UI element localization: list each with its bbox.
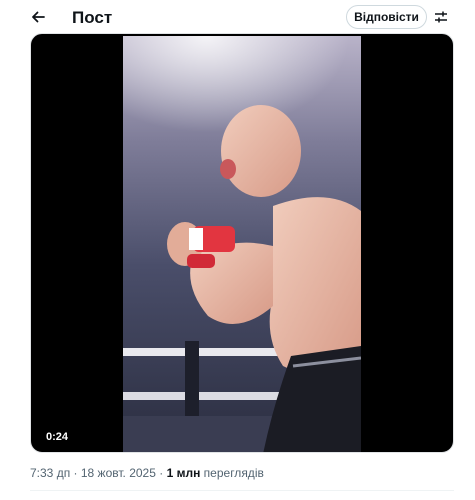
top-bar: Пост Відповісти: [0, 0, 475, 34]
post-metadata: 7:33 дп · 18 жовт. 2025 · 1 млн перегляд…: [30, 466, 264, 480]
views-count: 1 млн: [166, 466, 201, 480]
arrow-left-icon: [32, 11, 45, 23]
sliders-icon: [435, 11, 447, 23]
video-duration: 0:24: [41, 430, 74, 444]
page-title: Пост: [72, 8, 113, 27]
post-time[interactable]: 7:33 дп: [30, 466, 70, 480]
separator: ·: [155, 466, 167, 480]
separator: ·: [70, 466, 81, 480]
reply-button[interactable]: Відповісти: [346, 5, 427, 29]
settings-button[interactable]: [430, 5, 452, 29]
back-button[interactable]: [24, 3, 52, 31]
divider: [30, 490, 454, 491]
views-label: переглядів: [200, 466, 264, 480]
post-date[interactable]: 18 жовт. 2025: [81, 466, 156, 480]
video-frame: [123, 36, 361, 452]
video-player[interactable]: 0:24: [30, 33, 454, 453]
